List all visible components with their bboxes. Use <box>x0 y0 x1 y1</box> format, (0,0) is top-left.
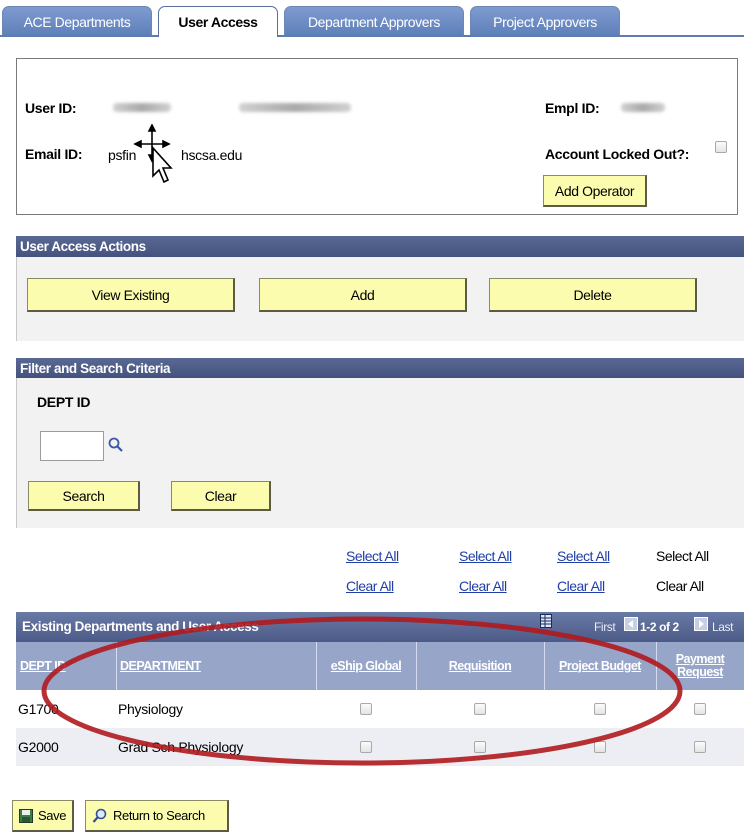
cell-dept-id: G1700 <box>18 701 59 717</box>
add-operator-button[interactable]: Add Operator <box>543 175 647 207</box>
previous-page-icon[interactable] <box>624 617 638 631</box>
pager-range: 1-2 of 2 <box>640 620 679 634</box>
search-button[interactable]: Search <box>28 481 140 511</box>
next-page-icon[interactable] <box>694 617 708 631</box>
user-access-actions-panel: View Existing Add Delete <box>16 257 744 341</box>
view-existing-button[interactable]: View Existing <box>27 278 235 312</box>
eship-global-checkbox[interactable] <box>360 703 372 715</box>
delete-button[interactable]: Delete <box>489 278 697 312</box>
email-value-end: hscsa.edu <box>181 147 243 163</box>
project-budget-select-all-link[interactable]: Select All <box>557 548 610 564</box>
col-header-project-budget[interactable]: Project Budget <box>544 642 656 690</box>
empl-id-label: Empl ID: <box>545 100 600 116</box>
cell-dept-id: G2000 <box>18 739 59 755</box>
requisition-clear-all-link[interactable]: Clear All <box>459 578 507 594</box>
tab-bar: ACE Departments User Access Department A… <box>0 0 744 37</box>
project-budget-clear-all-link[interactable]: Clear All <box>557 578 605 594</box>
user-access-actions-header: User Access Actions <box>16 236 744 257</box>
lookup-icon[interactable] <box>108 437 124 453</box>
tab-underline <box>0 35 744 37</box>
download-grid-icon[interactable] <box>540 614 552 628</box>
empl-id-redacted <box>621 103 665 112</box>
save-button[interactable]: Save <box>12 800 74 832</box>
requisition-checkbox[interactable] <box>474 703 486 715</box>
user-id-redacted <box>113 103 171 112</box>
payment-select-all-text: Select All <box>656 548 709 564</box>
user-id-label: User ID: <box>25 100 77 116</box>
eship-clear-all-link[interactable]: Clear All <box>346 578 394 594</box>
grid-header-row: DEPT ID DEPARTMENT eShip Global Requisit… <box>16 642 744 690</box>
account-locked-checkbox[interactable] <box>715 141 727 153</box>
table-row: G2000 Grad Sch Physiology <box>16 728 744 766</box>
col-header-requisition[interactable]: Requisition <box>416 642 544 690</box>
add-button[interactable]: Add <box>259 278 467 312</box>
dept-id-label: DEPT ID <box>37 394 91 410</box>
col-header-dept-id[interactable]: DEPT ID <box>16 642 116 690</box>
tab-user-access[interactable]: User Access <box>158 6 278 37</box>
grid-title-bar: Existing Departments and User Access Fir… <box>16 612 744 642</box>
user-info-box: User ID: Empl ID: Email ID: psfin hscsa.… <box>16 58 738 215</box>
table-row: G1700 Physiology <box>16 690 744 728</box>
col-header-department[interactable]: DEPARTMENT <box>116 642 316 690</box>
tab-ace-departments[interactable]: ACE Departments <box>2 6 152 36</box>
requisition-checkbox[interactable] <box>474 741 486 753</box>
clear-button[interactable]: Clear <box>171 481 271 511</box>
payment-request-checkbox[interactable] <box>694 703 706 715</box>
grid-title: Existing Departments and User Access <box>22 619 259 634</box>
filter-search-header: Filter and Search Criteria <box>16 358 744 378</box>
pager-last[interactable]: Last <box>712 620 744 634</box>
return-search-icon <box>92 808 107 823</box>
project-budget-checkbox[interactable] <box>594 703 606 715</box>
mouse-cursor-icon <box>133 124 173 184</box>
email-id-label: Email ID: <box>25 146 83 162</box>
user-name-redacted <box>239 103 351 112</box>
col-header-payment-request[interactable]: Payment Request <box>666 642 734 690</box>
payment-clear-all-text: Clear All <box>656 578 704 594</box>
account-locked-label: Account Locked Out?: <box>545 146 690 162</box>
tab-department-approvers[interactable]: Department Approvers <box>284 6 464 36</box>
return-to-search-label: Return to Search <box>113 808 205 823</box>
dept-id-input[interactable] <box>40 431 104 461</box>
cell-department: Physiology <box>118 701 183 717</box>
eship-select-all-link[interactable]: Select All <box>346 548 399 564</box>
cell-department: Grad Sch Physiology <box>118 739 244 755</box>
save-label: Save <box>38 808 67 823</box>
return-to-search-button[interactable]: Return to Search <box>85 800 229 832</box>
pager-first[interactable]: First <box>594 620 616 634</box>
requisition-select-all-link[interactable]: Select All <box>459 548 512 564</box>
save-icon <box>19 808 33 823</box>
project-budget-checkbox[interactable] <box>594 741 606 753</box>
eship-global-checkbox[interactable] <box>360 741 372 753</box>
payment-request-checkbox[interactable] <box>694 741 706 753</box>
col-separator <box>656 642 657 690</box>
col-header-eship-global[interactable]: eShip Global <box>316 642 416 690</box>
tab-project-approvers[interactable]: Project Approvers <box>470 6 620 36</box>
